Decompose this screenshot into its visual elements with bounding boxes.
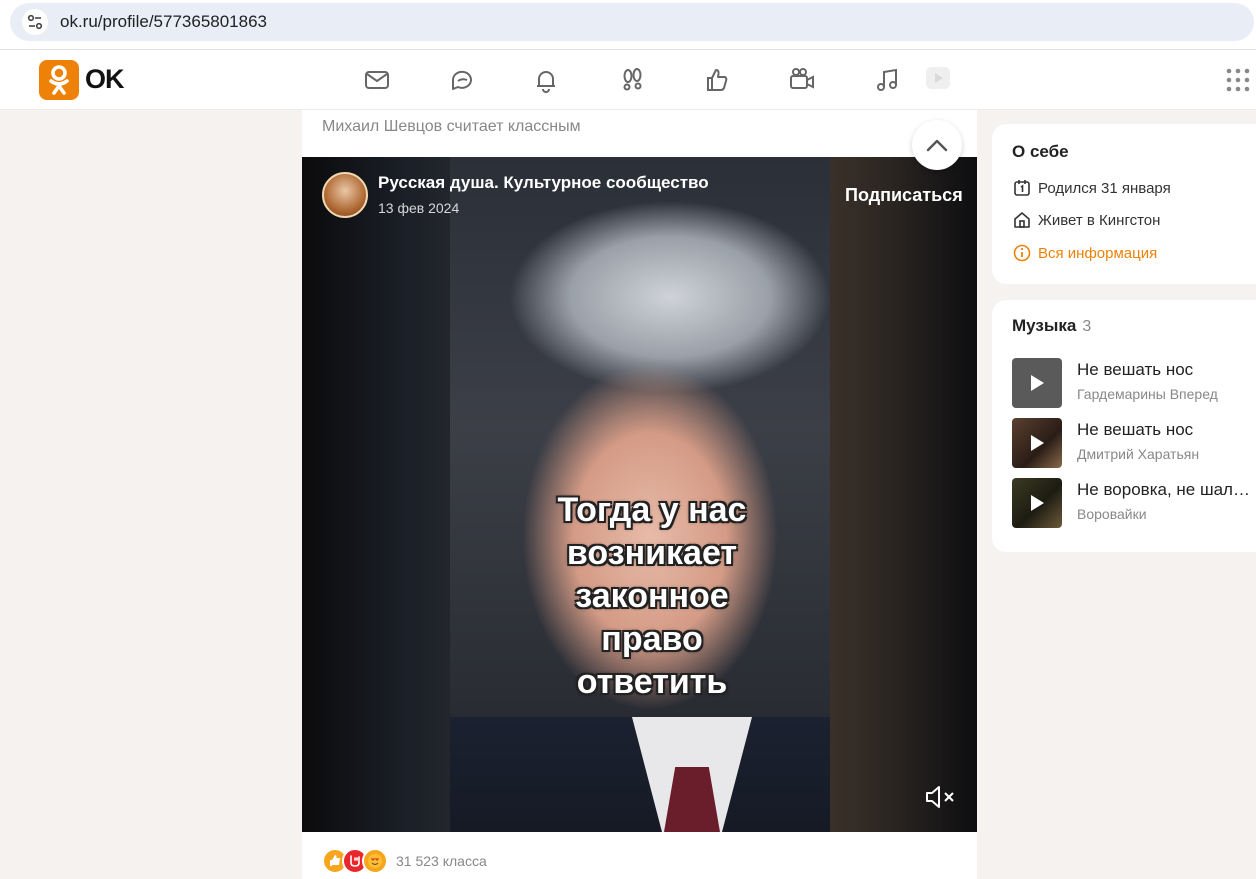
video-backdrop-right [830, 157, 977, 832]
home-icon [1014, 212, 1030, 228]
music-card: Музыка 3 Не вешать нос Гардемарины Вперед… [992, 300, 1256, 552]
play-icon [1031, 435, 1044, 451]
video-backdrop-left [302, 157, 452, 832]
track-artist[interactable]: Дмитрий Харатьян [1077, 446, 1199, 462]
track-item[interactable]: Не вешать нос Дмитрий Харатьян [1012, 418, 1256, 468]
music-header[interactable]: Музыка 3 [1012, 316, 1091, 336]
location-row: Живет в Кингстон [1012, 210, 1160, 230]
video-player[interactable]: Русская душа. Культурное сообщество 13 ф… [302, 157, 977, 832]
play-icon [1031, 495, 1044, 511]
subtitle-line: Тогда у нас [557, 491, 747, 529]
track-artist[interactable]: Гардемарины Вперед [1077, 386, 1218, 402]
all-info-text[interactable]: Вся информация [1038, 245, 1157, 262]
about-card: О себе Родился 31 января Живет в Кингсто… [992, 124, 1256, 284]
url-text[interactable]: ok.ru/profile/577365801863 [60, 12, 267, 32]
play-icon [1031, 375, 1044, 391]
notifications-icon[interactable] [530, 64, 562, 96]
ok-logo-text[interactable]: OK [85, 64, 124, 95]
ok-logo-icon[interactable] [39, 60, 79, 100]
track-title[interactable]: Не воровка, не шалава [1077, 480, 1252, 500]
subtitle-line: право [601, 620, 703, 658]
track-thumbnail[interactable] [1012, 478, 1062, 528]
track-title[interactable]: Не вешать нос [1077, 420, 1252, 440]
track-title[interactable]: Не вешать нос [1077, 360, 1252, 380]
track-thumbnail[interactable] [1012, 358, 1062, 408]
music-icon[interactable] [871, 64, 903, 96]
all-info-link[interactable]: Вся информация [1012, 243, 1157, 263]
browser-address-bar: ok.ru/profile/577365801863 [0, 0, 1256, 50]
site-settings-icon[interactable] [22, 9, 48, 35]
guests-icon[interactable] [616, 64, 648, 96]
muted-speaker-icon[interactable] [924, 782, 958, 812]
liked-by-text[interactable]: Михаил Шевцов считает классным [322, 118, 581, 136]
music-title[interactable]: Музыка [1012, 316, 1076, 335]
reactions-count[interactable]: 31 523 класса [396, 853, 487, 869]
reactions-bar[interactable]: 31 523 класса [322, 846, 487, 876]
track-thumbnail[interactable] [1012, 418, 1062, 468]
birthday-row: Родился 31 января [1012, 178, 1171, 198]
video-icon[interactable] [786, 64, 818, 96]
apps-grid-icon[interactable] [1224, 66, 1252, 94]
discussions-icon[interactable] [446, 64, 478, 96]
chevron-up-icon [926, 139, 948, 152]
subscribe-button[interactable]: Подписаться [845, 185, 963, 206]
subtitle-line: возникает [566, 534, 738, 572]
post-date: 13 фев 2024 [378, 200, 460, 216]
marks-icon[interactable] [701, 64, 733, 96]
birthday-text: Родился 31 января [1038, 179, 1171, 197]
site-header: OK [0, 50, 1256, 110]
subtitle-line: законное [575, 577, 729, 615]
track-item[interactable]: Не воровка, не шалава Воровайки [1012, 478, 1256, 528]
location-text: Живет в Кингстон [1038, 211, 1161, 229]
track-artist[interactable]: Воровайки [1077, 506, 1147, 522]
track-item[interactable]: Не вешать нос Гардемарины Вперед [1012, 358, 1256, 408]
video-subtitle: Тогда у нас возникает законное право отв… [502, 489, 802, 704]
scroll-up-button[interactable] [912, 120, 962, 170]
calendar-icon [1014, 180, 1030, 196]
music-count: 3 [1082, 318, 1092, 335]
info-icon [1013, 244, 1031, 262]
subtitle-line: ответить [576, 663, 728, 701]
love-reaction-icon [362, 848, 388, 874]
channel-name[interactable]: Русская душа. Культурное сообщество [378, 173, 709, 193]
channel-avatar[interactable] [322, 172, 368, 218]
games-icon[interactable] [922, 62, 954, 94]
messages-icon[interactable] [361, 64, 393, 96]
about-title[interactable]: О себе [1012, 142, 1069, 162]
url-field[interactable]: ok.ru/profile/577365801863 [10, 3, 1254, 41]
